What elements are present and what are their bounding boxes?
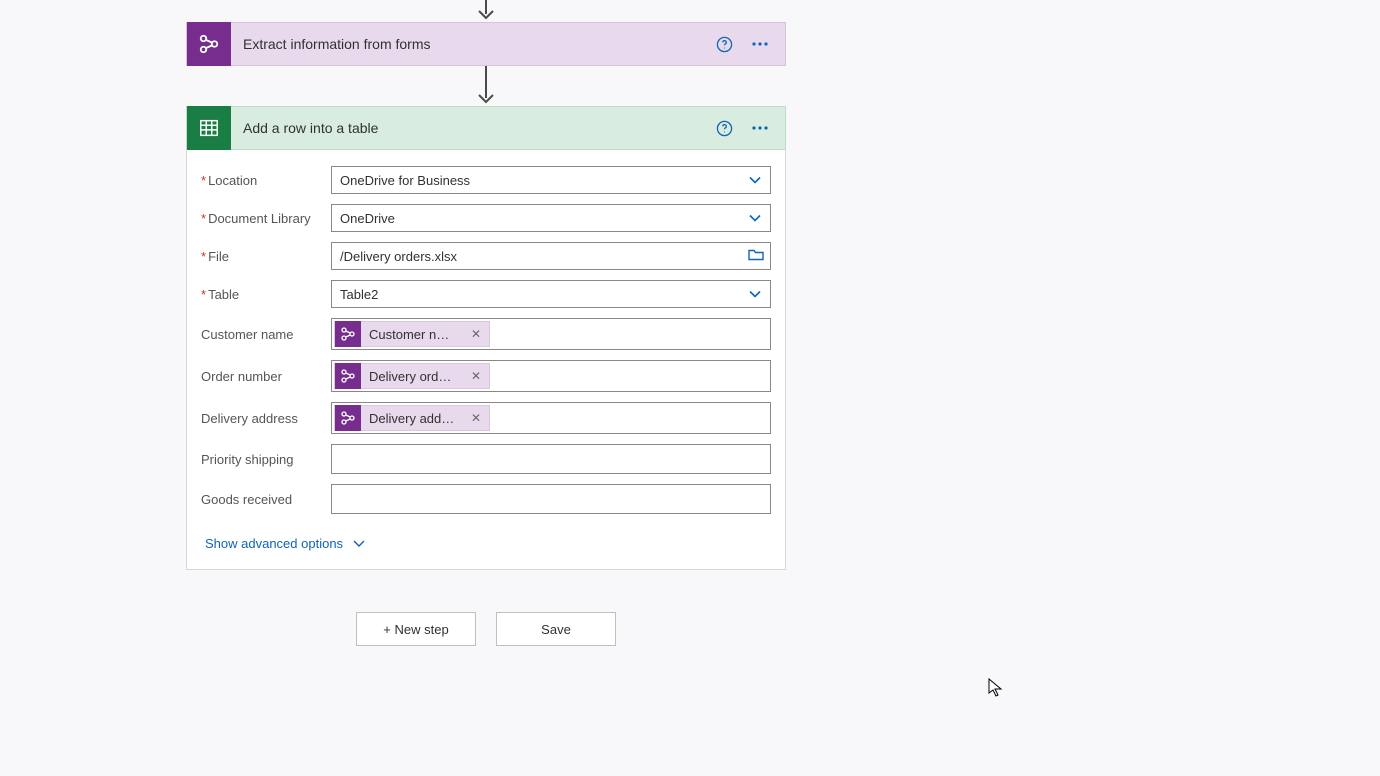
label-delivery-address: Delivery address: [201, 411, 331, 426]
token-label: Delivery addre...: [361, 411, 463, 426]
chevron-down-icon: [748, 287, 762, 302]
folder-icon[interactable]: [748, 248, 764, 265]
dynamic-token[interactable]: Customer nam... ✕: [334, 321, 490, 347]
help-icon[interactable]: [716, 36, 733, 53]
flow-arrow-2: [186, 66, 786, 106]
save-button[interactable]: Save: [496, 612, 616, 646]
label-file: *File: [201, 249, 331, 264]
token-label: Delivery order ...: [361, 369, 463, 384]
delivery-address-input[interactable]: Delivery addre... ✕: [331, 402, 771, 434]
ai-builder-icon: [335, 405, 361, 431]
token-label: Customer nam...: [361, 327, 463, 342]
customer-name-input[interactable]: Customer nam... ✕: [331, 318, 771, 350]
remove-token-icon[interactable]: ✕: [463, 369, 489, 383]
order-number-input[interactable]: Delivery order ... ✕: [331, 360, 771, 392]
file-input[interactable]: /Delivery orders.xlsx: [331, 242, 771, 270]
goods-received-input[interactable]: [331, 484, 771, 514]
step-add-row[interactable]: Add a row into a table: [186, 106, 786, 150]
new-step-button[interactable]: + New step: [356, 612, 476, 646]
mouse-cursor-icon: [988, 678, 1004, 701]
ai-builder-icon: [187, 22, 231, 66]
more-icon[interactable]: [751, 125, 769, 131]
priority-shipping-input[interactable]: [331, 444, 771, 474]
more-icon[interactable]: [751, 41, 769, 47]
file-value: /Delivery orders.xlsx: [340, 249, 457, 264]
remove-token-icon[interactable]: ✕: [463, 327, 489, 341]
label-table: *Table: [201, 287, 331, 302]
doclib-value: OneDrive: [340, 211, 395, 226]
label-goods-received: Goods received: [201, 492, 331, 507]
table-dropdown[interactable]: Table2: [331, 280, 771, 308]
label-location: *Location: [201, 173, 331, 188]
step-title: Extract information from forms: [231, 36, 716, 52]
location-dropdown[interactable]: OneDrive for Business: [331, 166, 771, 194]
ai-builder-icon: [335, 321, 361, 347]
label-order-number: Order number: [201, 369, 331, 384]
dynamic-token[interactable]: Delivery addre... ✕: [334, 405, 490, 431]
adv-link-text: Show advanced options: [205, 536, 343, 551]
label-customer-name: Customer name: [201, 327, 331, 342]
step-extract-information[interactable]: Extract information from forms: [186, 22, 786, 66]
remove-token-icon[interactable]: ✕: [463, 411, 489, 425]
label-doclib: *Document Library: [201, 211, 331, 226]
chevron-down-icon: [353, 540, 365, 548]
location-value: OneDrive for Business: [340, 173, 470, 188]
document-library-dropdown[interactable]: OneDrive: [331, 204, 771, 232]
flow-arrow-1: [186, 0, 786, 22]
table-value: Table2: [340, 287, 378, 302]
chevron-down-icon: [748, 173, 762, 188]
step-body: *Location OneDrive for Business *Documen…: [186, 150, 786, 570]
excel-icon: [187, 106, 231, 150]
help-icon[interactable]: [716, 120, 733, 137]
ai-builder-icon: [335, 363, 361, 389]
dynamic-token[interactable]: Delivery order ... ✕: [334, 363, 490, 389]
step-title: Add a row into a table: [231, 120, 716, 136]
label-priority-shipping: Priority shipping: [201, 452, 331, 467]
show-advanced-options-link[interactable]: Show advanced options: [205, 536, 365, 551]
chevron-down-icon: [748, 211, 762, 226]
